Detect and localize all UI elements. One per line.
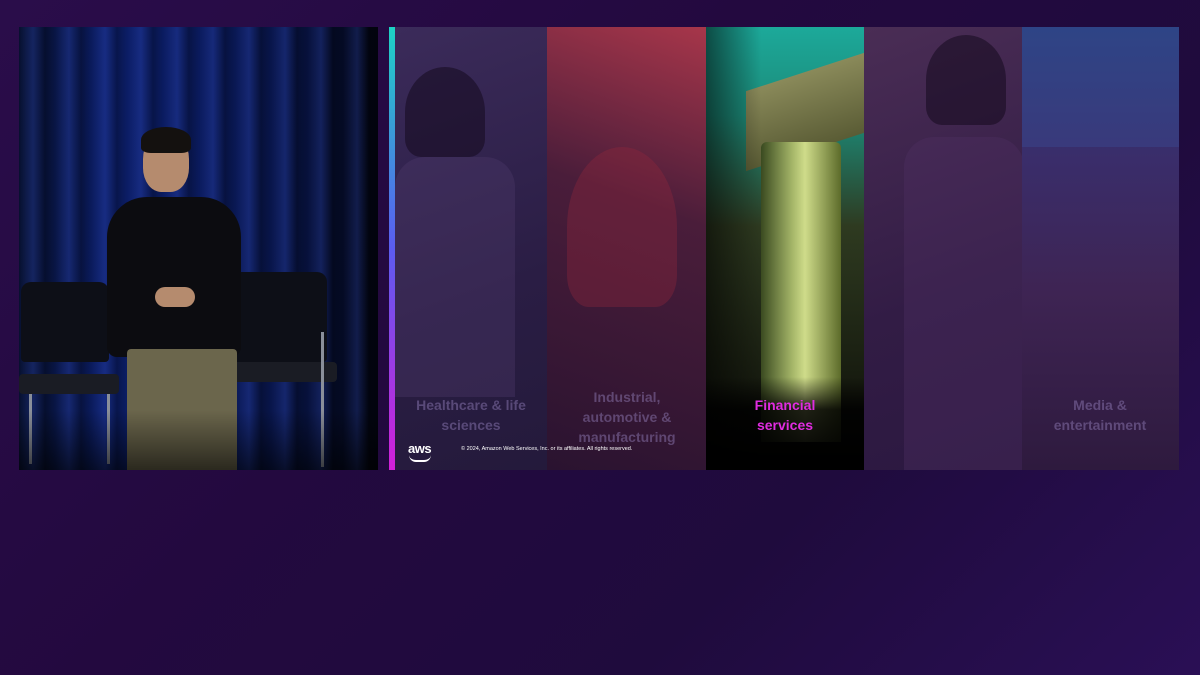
speaker-video-feed bbox=[19, 27, 378, 470]
aws-logo: aws bbox=[408, 441, 432, 456]
panel-label-active: Financial services bbox=[754, 397, 816, 433]
industry-panel-telecom bbox=[864, 27, 1022, 470]
panel-label: Healthcare & life sciences bbox=[416, 397, 526, 433]
industry-panel-media: Media & entertainment bbox=[1022, 27, 1179, 470]
copyright-notice: © 2024, Amazon Web Services, Inc. or its… bbox=[461, 446, 633, 452]
presentation-slide: Healthcare & life sciences Industrial, a… bbox=[389, 27, 1179, 470]
industry-panel-healthcare: Healthcare & life sciences bbox=[395, 27, 547, 470]
industry-panel-financial: Financial services bbox=[706, 27, 864, 470]
stage-floor bbox=[19, 410, 378, 470]
panel-label: Industrial, automotive & manufacturing bbox=[578, 389, 676, 445]
panel-label: Media & entertainment bbox=[1053, 397, 1147, 433]
industry-panel-industrial: Industrial, automotive & manufacturing bbox=[547, 27, 706, 470]
slide-accent-bar bbox=[389, 27, 395, 470]
aws-smile-icon bbox=[409, 455, 431, 462]
